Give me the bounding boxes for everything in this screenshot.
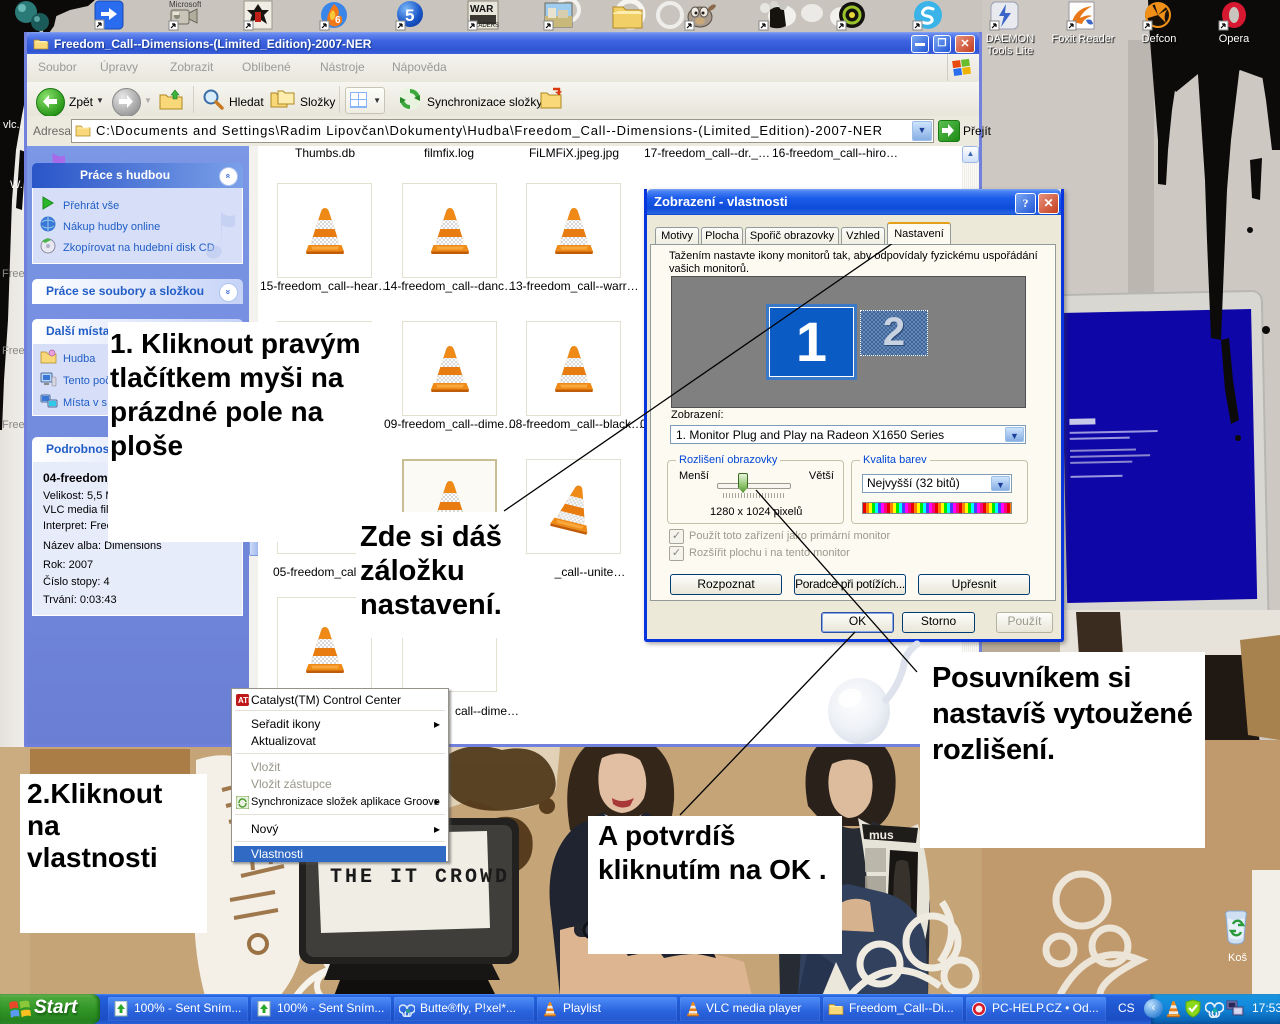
svg-text:ATI: ATI	[238, 696, 249, 705]
svg-text:vlc..: vlc..	[3, 119, 23, 131]
svg-text:Koš: Koš	[1228, 952, 1247, 964]
svg-text:mus: mus	[869, 828, 894, 842]
svg-text:6: 6	[335, 15, 341, 26]
svg-text:WAR: WAR	[470, 4, 494, 15]
svg-text:5: 5	[405, 6, 414, 25]
svg-text:Microsoft: Microsoft	[169, 0, 201, 9]
svg-text:THE IT CROWD: THE IT CROWD	[330, 866, 510, 889]
